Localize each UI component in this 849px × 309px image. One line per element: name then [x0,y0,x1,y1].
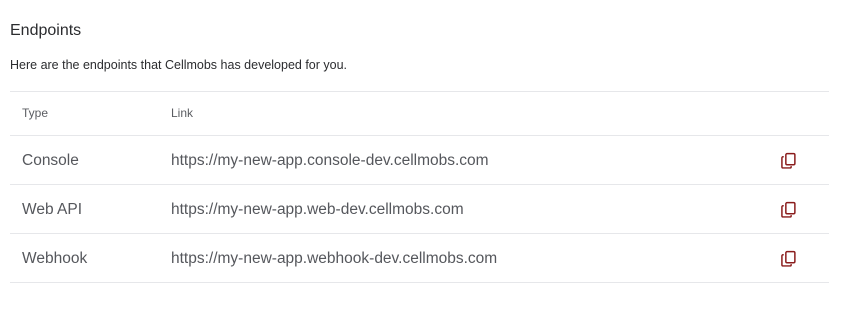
table-row: Webhook https://my-new-app.webhook-dev.c… [10,234,829,283]
copy-button[interactable] [778,248,798,268]
endpoint-type: Console [22,152,79,169]
table-header: Type Link [10,92,829,136]
table-row: Console https://my-new-app.console-dev.c… [10,136,829,185]
section-title: Endpoints [10,22,82,39]
column-header-link: Link [171,106,194,120]
endpoint-type: Webhook [22,250,88,267]
endpoint-link[interactable]: https://my-new-app.webhook-dev.cellmobs.… [171,249,497,269]
table-row: Web API https://my-new-app.web-dev.cellm… [10,185,829,234]
endpoint-link[interactable]: https://my-new-app.console-dev.cellmobs.… [171,151,489,171]
copy-icon [780,201,796,218]
copy-icon [780,250,796,267]
copy-button[interactable] [778,150,798,170]
endpoint-type: Web API [22,201,83,218]
endpoints-table: Type Link Console https://my-new-app.con… [10,91,829,283]
copy-icon [780,152,796,169]
copy-button[interactable] [778,199,798,219]
column-header-type: Type [22,106,49,120]
endpoint-link[interactable]: https://my-new-app.web-dev.cellmobs.com [171,200,464,220]
section-subtitle: Here are the endpoints that Cellmobs has… [10,58,348,72]
